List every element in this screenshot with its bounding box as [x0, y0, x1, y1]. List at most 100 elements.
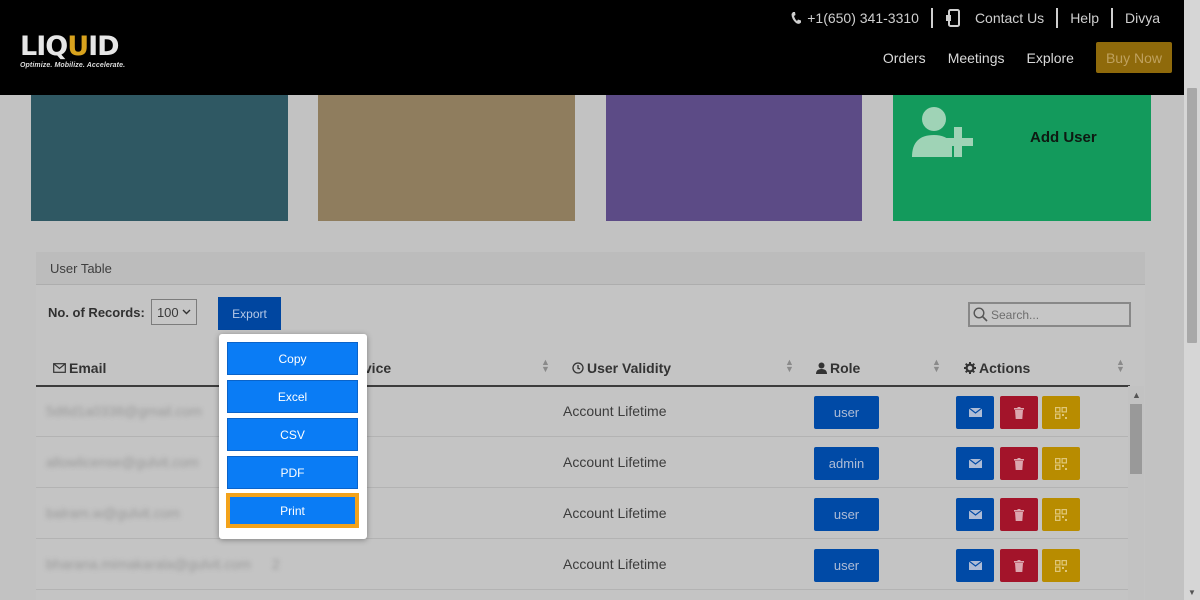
- envelope-icon: [53, 363, 66, 373]
- page-scrollbar[interactable]: ▼: [1184, 0, 1200, 600]
- email-action-button[interactable]: [956, 396, 994, 429]
- column-email-label: Email: [69, 360, 107, 376]
- main-nav: Orders Meetings Explore Buy Now: [883, 42, 1172, 73]
- envelope-icon: [968, 408, 982, 417]
- export-copy-button[interactable]: Copy: [227, 342, 358, 375]
- divider: [1110, 8, 1113, 28]
- add-user-tile[interactable]: Add User: [893, 95, 1151, 221]
- trash-icon: [1014, 559, 1024, 572]
- phone-link[interactable]: +1(650) 341-3310: [791, 10, 919, 26]
- nav-orders[interactable]: Orders: [883, 50, 926, 66]
- row-email: allowlicense@gulvit.com: [46, 454, 199, 470]
- table-header: Email Device ▲ ▼ User Validity ▲ ▼ Role ▲ ▼…: [36, 350, 1130, 387]
- user-menu[interactable]: Divya: [1125, 10, 1160, 26]
- nav-meetings[interactable]: Meetings: [948, 50, 1005, 66]
- role-button[interactable]: user: [814, 396, 879, 429]
- records-select[interactable]: 100: [150, 299, 197, 325]
- trash-icon: [1014, 508, 1024, 521]
- buy-now-button[interactable]: Buy Now: [1095, 42, 1172, 73]
- export-menu: Copy Excel CSV PDF Print: [219, 334, 367, 539]
- envelope-icon: [968, 459, 982, 468]
- export-excel-button[interactable]: Excel: [227, 380, 358, 413]
- dashboard-tile[interactable]: [318, 95, 575, 221]
- sort-icon[interactable]: ▲ ▼: [785, 358, 794, 374]
- role-button[interactable]: user: [814, 549, 879, 582]
- delete-action-button[interactable]: [1000, 396, 1038, 429]
- trash-icon: [1014, 457, 1024, 470]
- mobile-phone-icon: [945, 9, 960, 27]
- row-email: bharana.mimakarala@gulvit.com: [46, 556, 251, 572]
- column-email[interactable]: Email: [53, 360, 106, 376]
- gear-icon: [964, 362, 976, 374]
- dashboard-tile[interactable]: [31, 95, 288, 221]
- user-table-panel: User Table No. of Records: 100 Export Se…: [36, 252, 1145, 600]
- nav-explore[interactable]: Explore: [1027, 50, 1074, 66]
- row-validity: Account Lifetime: [563, 403, 667, 419]
- main-content: Add User User Table No. of Records: 100 …: [0, 95, 1184, 600]
- table-row: allowlicense@gulvit.com Account Lifetime…: [36, 437, 1130, 488]
- column-role[interactable]: Role: [816, 360, 860, 376]
- page-scrollbar-thumb[interactable]: [1187, 88, 1197, 343]
- column-validity[interactable]: User Validity: [572, 360, 671, 376]
- divider: [1056, 8, 1059, 28]
- delete-action-button[interactable]: [1000, 498, 1038, 531]
- row-validity: Account Lifetime: [563, 454, 667, 470]
- search-field[interactable]: Search...: [968, 302, 1131, 327]
- contact-us-link[interactable]: Contact Us: [945, 9, 1044, 27]
- clock-icon: [572, 362, 584, 374]
- table-row: bharana.mimakarala@gulvit.com 2 Account …: [36, 539, 1130, 590]
- email-action-button[interactable]: [956, 549, 994, 582]
- dashboard-tile[interactable]: [606, 95, 862, 221]
- qr-code-icon: [1055, 457, 1067, 470]
- add-user-label: Add User: [1030, 129, 1097, 146]
- qr-action-button[interactable]: [1042, 447, 1080, 480]
- qr-action-button[interactable]: [1042, 498, 1080, 531]
- delete-action-button[interactable]: [1000, 447, 1038, 480]
- table-row: 5d6d1a0338@gmail.com Account Lifetime us…: [36, 386, 1130, 437]
- search-placeholder: Search...: [991, 307, 1040, 322]
- scroll-down-arrow-icon[interactable]: ▼: [1188, 588, 1196, 597]
- contact-us-label: Contact Us: [974, 10, 1045, 26]
- qr-code-icon: [1055, 508, 1067, 521]
- divider: [930, 8, 933, 28]
- row-device: 2: [272, 556, 280, 572]
- top-navbar: LIQUID Optimize. Mobilize. Accelerate. +…: [0, 0, 1200, 95]
- phone-icon: [791, 11, 802, 24]
- utility-bar: +1(650) 341-3310 Contact Us Help Divya: [791, 7, 1160, 29]
- export-print-button[interactable]: Print: [227, 494, 358, 527]
- column-actions-label: Actions: [979, 360, 1031, 376]
- table-scrollbar-thumb[interactable]: [1130, 404, 1142, 474]
- column-validity-label: User Validity: [587, 360, 672, 376]
- logo-wordmark: LIQUID: [20, 31, 120, 62]
- help-link[interactable]: Help: [1070, 10, 1099, 26]
- column-actions[interactable]: Actions: [964, 360, 1030, 376]
- export-csv-button[interactable]: CSV: [227, 418, 358, 451]
- trash-icon: [1014, 406, 1024, 419]
- qr-action-button[interactable]: [1042, 549, 1080, 582]
- sort-icon[interactable]: ▲ ▼: [541, 358, 550, 374]
- sort-icon[interactable]: ▲ ▼: [1116, 358, 1125, 374]
- chevron-down-icon: [182, 309, 191, 315]
- delete-action-button[interactable]: [1000, 549, 1038, 582]
- email-action-button[interactable]: [956, 447, 994, 480]
- scroll-up-arrow-icon[interactable]: ▲: [1132, 390, 1141, 400]
- row-email: 5d6d1a0338@gmail.com: [46, 403, 202, 419]
- qr-code-icon: [1055, 406, 1067, 419]
- row-email: balram.w@gulvit.com: [46, 505, 181, 521]
- email-action-button[interactable]: [956, 498, 994, 531]
- export-pdf-button[interactable]: PDF: [227, 456, 358, 489]
- role-button[interactable]: user: [814, 498, 879, 531]
- logo-tagline: Optimize. Mobilize. Accelerate.: [20, 62, 126, 69]
- role-button[interactable]: admin: [814, 447, 879, 480]
- user-icon: [816, 362, 827, 374]
- column-role-label: Role: [830, 360, 861, 376]
- envelope-icon: [968, 561, 982, 570]
- table-scrollbar[interactable]: ▲: [1128, 386, 1144, 600]
- row-validity: Account Lifetime: [563, 505, 667, 521]
- search-icon: [973, 307, 988, 322]
- panel-title: User Table: [36, 252, 1145, 285]
- export-button[interactable]: Export: [218, 297, 281, 330]
- qr-action-button[interactable]: [1042, 396, 1080, 429]
- liquid-logo[interactable]: LIQUID Optimize. Mobilize. Accelerate.: [20, 31, 126, 70]
- sort-icon[interactable]: ▲ ▼: [932, 358, 941, 374]
